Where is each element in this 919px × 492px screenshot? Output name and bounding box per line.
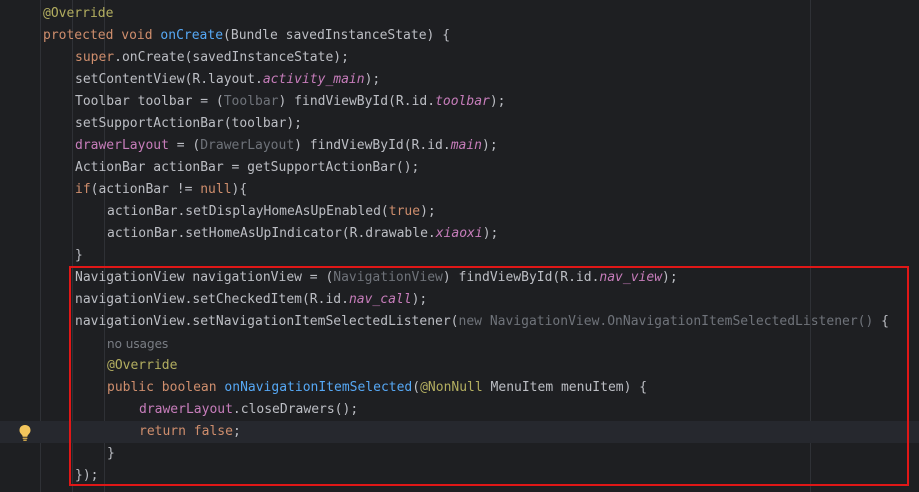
code-token: protected: [43, 28, 122, 43]
code-token: DrawerLayout: [200, 138, 295, 153]
code-line-text: if(actionBar != null){: [75, 179, 247, 201]
code-token: @Override: [43, 6, 114, 21]
code-token: setSupportActionBar(toolbar);: [75, 116, 302, 131]
code-token: ActionBar actionBar = getSupportActionBa…: [75, 160, 420, 175]
code-line-text: Toolbar toolbar = (Toolbar) findViewById…: [75, 91, 506, 113]
code-line-text: actionBar.setDisplayHomeAsUpEnabled(true…: [107, 201, 436, 223]
code-token: toolbar: [435, 94, 490, 109]
code-token: activity_main: [262, 72, 365, 87]
code-token: onCreate: [160, 28, 224, 43]
code-token: actionBar.setHomeAsUpIndicator(R.drawabl…: [107, 226, 436, 241]
code-token: ) findViewById(R.id.: [278, 94, 436, 109]
code-token: = (: [168, 138, 201, 153]
code-token: );: [482, 226, 499, 241]
code-token: .onCreate(savedInstanceState);: [114, 50, 349, 65]
code-line-text: setSupportActionBar(toolbar);: [75, 113, 302, 135]
code-line[interactable]: super.onCreate(savedInstanceState);: [0, 47, 919, 69]
code-token: ) findViewById(R.id.: [294, 138, 451, 153]
code-token: true: [388, 204, 421, 219]
code-token: );: [364, 72, 381, 87]
lightbulb-icon[interactable]: [18, 424, 32, 442]
code-token: actionBar.setDisplayHomeAsUpEnabled(: [107, 204, 389, 219]
code-token: if: [75, 182, 91, 197]
code-line-text: setContentView(R.layout.activity_main);: [75, 69, 380, 91]
code-token: (actionBar !=: [90, 182, 201, 197]
code-token: drawerLayout: [75, 138, 169, 153]
code-token: void: [121, 28, 161, 43]
code-line[interactable]: actionBar.setHomeAsUpIndicator(R.drawabl…: [0, 223, 919, 245]
code-editor[interactable]: @Override protected void onCreate(Bundle …: [0, 0, 919, 492]
code-line-text: protected void onCreate(Bundle savedInst…: [43, 25, 450, 47]
code-line[interactable]: setContentView(R.layout.activity_main);: [0, 69, 919, 91]
code-token: Toolbar toolbar = (: [75, 94, 224, 109]
code-token: ){: [231, 182, 248, 197]
code-line-text: @Override: [43, 3, 113, 25]
code-token: (Bundle savedInstanceState) {: [223, 28, 451, 43]
code-token: );: [489, 94, 506, 109]
highlight-box: [69, 266, 909, 486]
code-line[interactable]: if(actionBar != null){: [0, 179, 919, 201]
code-line-text: actionBar.setHomeAsUpIndicator(R.drawabl…: [107, 223, 498, 245]
code-line[interactable]: ActionBar actionBar = getSupportActionBa…: [0, 157, 919, 179]
code-line-text: drawerLayout = (DrawerLayout) findViewBy…: [75, 135, 498, 157]
code-token: null: [200, 182, 232, 197]
code-line[interactable]: setSupportActionBar(toolbar);: [0, 113, 919, 135]
code-line-text: }: [75, 245, 83, 267]
code-line[interactable]: @Override: [0, 3, 919, 25]
code-token: );: [420, 204, 436, 219]
code-token: main: [450, 138, 483, 153]
code-token: xiaoxi: [435, 226, 483, 241]
code-line[interactable]: protected void onCreate(Bundle savedInst…: [0, 25, 919, 47]
code-line[interactable]: drawerLayout = (DrawerLayout) findViewBy…: [0, 135, 919, 157]
code-line-text: ActionBar actionBar = getSupportActionBa…: [75, 157, 419, 179]
code-line[interactable]: actionBar.setDisplayHomeAsUpEnabled(true…: [0, 201, 919, 223]
code-token: }: [75, 248, 83, 263]
code-line[interactable]: Toolbar toolbar = (Toolbar) findViewById…: [0, 91, 919, 113]
code-token: super: [75, 50, 115, 65]
code-token: setContentView(R.layout.: [75, 72, 263, 87]
code-line[interactable]: }: [0, 245, 919, 267]
code-line-text: super.onCreate(savedInstanceState);: [75, 47, 349, 69]
code-token: );: [482, 138, 498, 153]
code-token: Toolbar: [223, 94, 279, 109]
